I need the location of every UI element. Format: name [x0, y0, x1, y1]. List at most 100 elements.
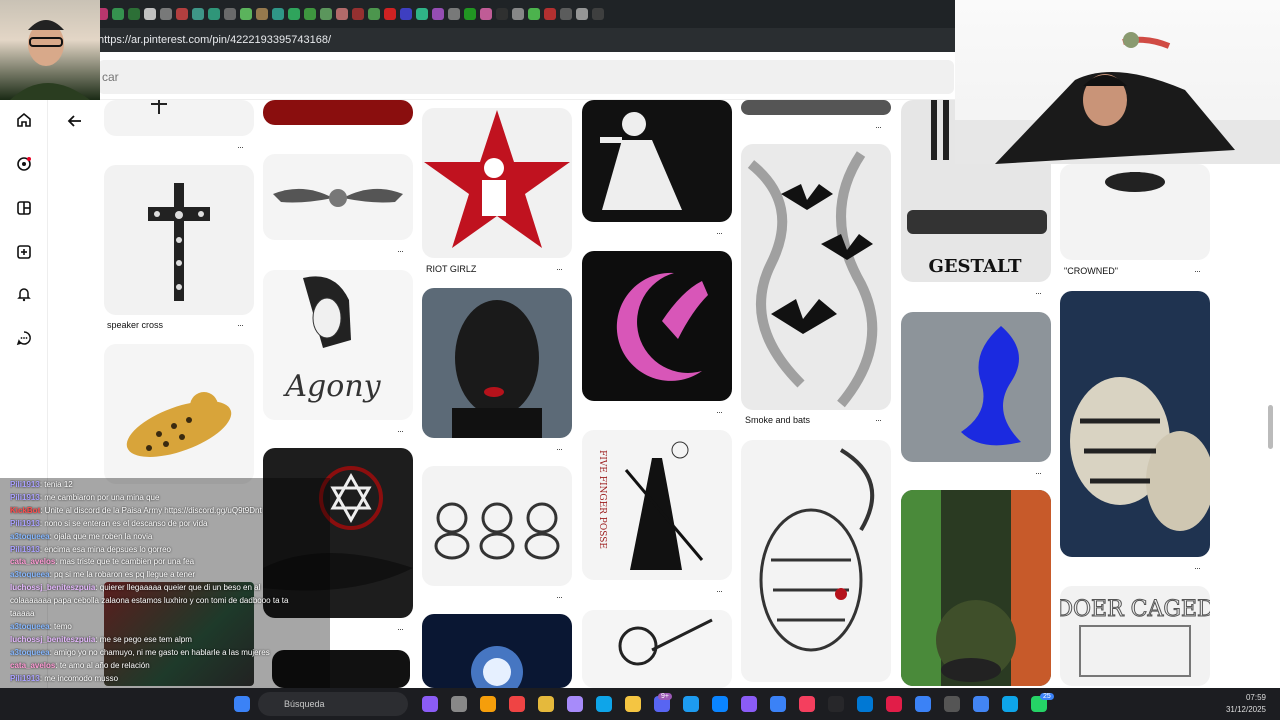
- taskbar-app-icon[interactable]: [828, 696, 844, 712]
- browser-tab-favicon-icon[interactable]: [480, 8, 492, 20]
- taskbar-app-icon[interactable]: [683, 696, 699, 712]
- taskbar-app-icon[interactable]: [973, 696, 989, 712]
- pin-more-icon[interactable]: ···: [397, 246, 404, 256]
- pin-image-jester[interactable]: [582, 610, 732, 688]
- chat-username[interactable]: Pili1913: [10, 480, 40, 489]
- pin-caption[interactable]: Smoke and bats: [745, 415, 810, 425]
- pin-image-blue-flame[interactable]: [901, 312, 1051, 462]
- browser-tab-favicon-icon[interactable]: [160, 8, 172, 20]
- pin-more-icon[interactable]: ···: [716, 228, 723, 238]
- browser-tab-favicon-icon[interactable]: [256, 8, 268, 20]
- pin-image[interactable]: [104, 100, 254, 136]
- pin-more-icon[interactable]: ···: [875, 415, 882, 425]
- pin-image-riot-girlz[interactable]: [422, 108, 572, 258]
- pin-image-doer-caged[interactable]: DOER CAGED: [1060, 586, 1210, 686]
- taskbar-app-icon[interactable]: [857, 696, 873, 712]
- boards-icon[interactable]: [12, 196, 36, 220]
- pin-more-icon[interactable]: ···: [237, 320, 244, 330]
- pin-more-icon[interactable]: ···: [716, 407, 723, 417]
- browser-tab-favicon-icon[interactable]: [384, 8, 396, 20]
- taskbar-app-icon[interactable]: [712, 696, 728, 712]
- pin-image-rebel-girl[interactable]: [582, 100, 732, 222]
- pin-more-icon[interactable]: ···: [716, 586, 723, 596]
- pin-image-speaker-cross[interactable]: [104, 165, 254, 315]
- pin-image-dragon-moon[interactable]: [582, 251, 732, 401]
- pin-more-icon[interactable]: ···: [397, 426, 404, 436]
- browser-tab-favicon-icon[interactable]: [592, 8, 604, 20]
- pin-more-icon[interactable]: ···: [1035, 288, 1042, 298]
- messages-icon[interactable]: [12, 326, 36, 350]
- browser-tab-favicon-icon[interactable]: [544, 8, 556, 20]
- taskbar-app-icon[interactable]: [1002, 696, 1018, 712]
- taskbar-app-icon[interactable]: [770, 696, 786, 712]
- browser-tab-favicon-icon[interactable]: [192, 8, 204, 20]
- pin-more-icon[interactable]: ···: [556, 264, 563, 274]
- pin-image-angel-wings[interactable]: [263, 154, 413, 240]
- chat-username[interactable]: a3toqueea: [10, 532, 50, 541]
- browser-tab-favicon-icon[interactable]: [496, 8, 508, 20]
- taskbar-app-icon[interactable]: [886, 696, 902, 712]
- pin-image-leopard[interactable]: [104, 344, 254, 484]
- taskbar-app-icon[interactable]: [944, 696, 960, 712]
- taskbar-app-icon[interactable]: [422, 696, 438, 712]
- chat-username[interactable]: cata_avelos: [10, 661, 55, 670]
- chat-username[interactable]: a3toqueea: [10, 570, 50, 579]
- chat-username[interactable]: Pili1913: [10, 519, 40, 528]
- taskbar-app-icon[interactable]: [538, 696, 554, 712]
- pin-more-icon[interactable]: ···: [1035, 468, 1042, 478]
- browser-tab-favicon-icon[interactable]: [464, 8, 476, 20]
- browser-tab-favicon-icon[interactable]: [432, 8, 444, 20]
- pin-image-tigers[interactable]: [1060, 291, 1210, 557]
- pin-image-blue-skull[interactable]: [422, 614, 572, 688]
- browser-tab-favicon-icon[interactable]: [448, 8, 460, 20]
- taskbar-app-icon[interactable]: [596, 696, 612, 712]
- chat-username[interactable]: a3toqueea: [10, 648, 50, 657]
- pin-more-icon[interactable]: ···: [237, 142, 244, 152]
- pin-more-icon[interactable]: ···: [875, 122, 882, 132]
- pin-image-agony[interactable]: Agony: [263, 270, 413, 420]
- pin-more-icon[interactable]: ···: [1194, 563, 1201, 573]
- chat-username[interactable]: luchossj_beniteszpuia: [10, 583, 95, 592]
- create-plus-icon[interactable]: [12, 240, 36, 264]
- browser-tab-favicon-icon[interactable]: [288, 8, 300, 20]
- pin-more-icon[interactable]: ···: [397, 624, 404, 634]
- pin-image[interactable]: [741, 100, 891, 115]
- pin-image-crowned[interactable]: [1060, 164, 1210, 260]
- taskbar-app-icon[interactable]: [915, 696, 931, 712]
- taskbar-search[interactable]: Búsqueda: [258, 692, 408, 716]
- chat-username[interactable]: Pili1913: [10, 674, 40, 683]
- chat-username[interactable]: Pili1913: [10, 545, 40, 554]
- browser-tab-favicon-icon[interactable]: [128, 8, 140, 20]
- taskbar-app-icon[interactable]: [625, 696, 641, 712]
- browser-tab-favicon-icon[interactable]: [176, 8, 188, 20]
- bell-icon[interactable]: [12, 282, 36, 306]
- browser-tab-favicon-icon[interactable]: [352, 8, 364, 20]
- browser-tab-favicon-icon[interactable]: [512, 8, 524, 20]
- chat-username[interactable]: Pili1913: [10, 493, 40, 502]
- pin-caption[interactable]: RIOT GIRLZ: [426, 264, 476, 274]
- pin-image[interactable]: [263, 100, 413, 125]
- chat-username[interactable]: KickBot: [10, 506, 40, 515]
- browser-tab-favicon-icon[interactable]: [528, 8, 540, 20]
- browser-tab-favicon-icon[interactable]: [368, 8, 380, 20]
- chat-username[interactable]: luchossj_beniteszpuia: [10, 635, 95, 644]
- taskbar-app-icon[interactable]: [451, 696, 467, 712]
- page-scrollbar[interactable]: [1268, 405, 1273, 449]
- back-arrow-icon[interactable]: [62, 108, 88, 134]
- taskbar-app-icon[interactable]: [480, 696, 496, 712]
- browser-tab-favicon-icon[interactable]: [272, 8, 284, 20]
- pin-image-masked-head[interactable]: [422, 288, 572, 438]
- browser-tab-favicon-icon[interactable]: [576, 8, 588, 20]
- taskbar-app-icon[interactable]: [509, 696, 525, 712]
- taskbar-app-icon[interactable]: [741, 696, 757, 712]
- browser-tab-favicon-icon[interactable]: [240, 8, 252, 20]
- browser-tab-favicon-icon[interactable]: [224, 8, 236, 20]
- browser-tab-favicon-icon[interactable]: [416, 8, 428, 20]
- system-clock[interactable]: 07:59 31/12/2025: [1226, 692, 1266, 716]
- browser-tab-favicon-icon[interactable]: [304, 8, 316, 20]
- taskbar-app-icon[interactable]: [799, 696, 815, 712]
- chat-username[interactable]: a3toqueea: [10, 622, 50, 631]
- pin-more-icon[interactable]: ···: [1194, 266, 1201, 276]
- pin-image-reaper[interactable]: FIVE FINGER POSSE: [582, 430, 732, 580]
- browser-tab-favicon-icon[interactable]: [560, 8, 572, 20]
